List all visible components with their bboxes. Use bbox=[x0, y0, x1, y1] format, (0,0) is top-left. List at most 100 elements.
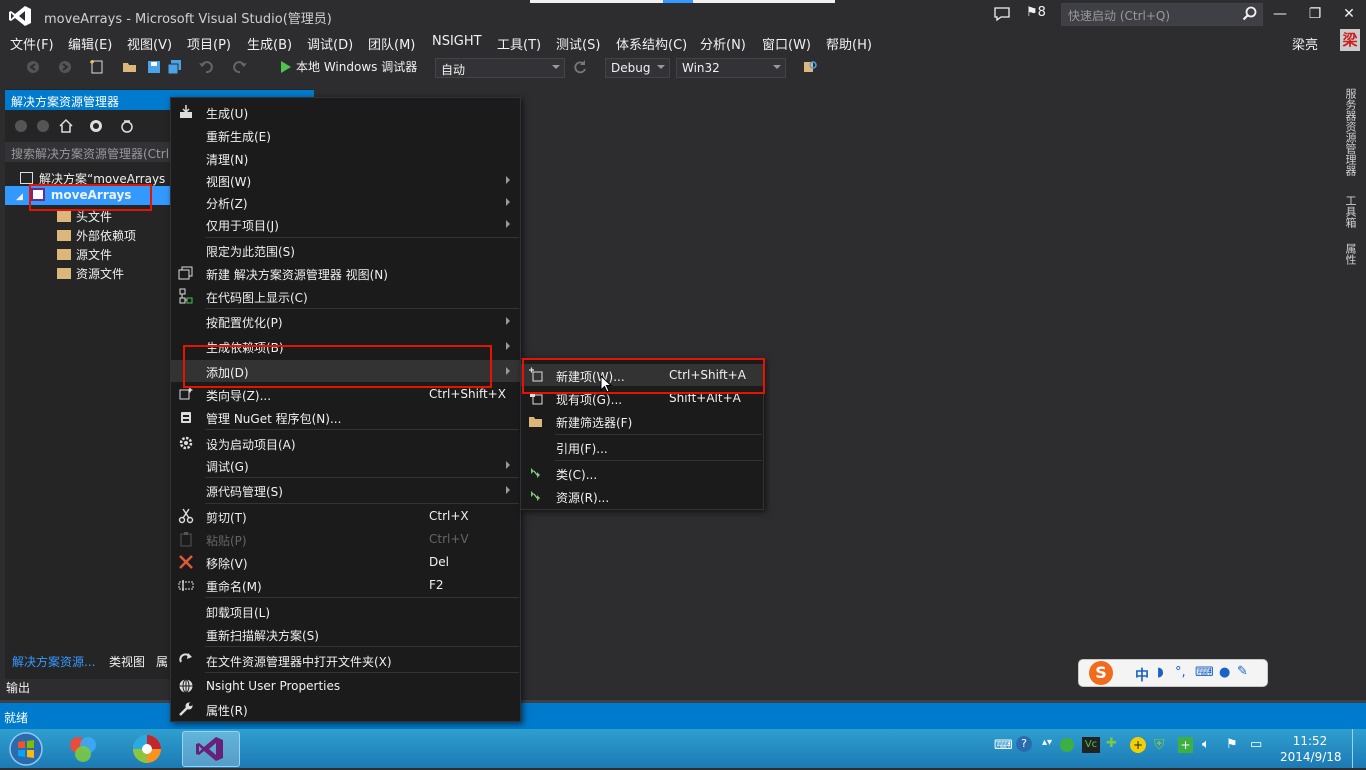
sync-icon[interactable] bbox=[88, 118, 104, 134]
close-button[interactable]: ✕ bbox=[1334, 2, 1364, 26]
menu-item-rename[interactable]: 重命名(M) F2 bbox=[171, 574, 520, 596]
ime-keyboard-icon[interactable]: ⌨ bbox=[1195, 665, 1214, 680]
tab-properties[interactable]: 属 bbox=[156, 653, 168, 670]
ime-mode-label[interactable]: 中 bbox=[1135, 665, 1149, 685]
menu-item-manage-nuget[interactable]: 管理 NuGet 程序包(N)... bbox=[171, 406, 520, 428]
keyboard-tray-icon[interactable]: ⌨ bbox=[994, 738, 1013, 753]
ime-punctuation-icon[interactable]: °, bbox=[1175, 665, 1186, 680]
back-icon[interactable] bbox=[13, 118, 29, 134]
menu-item-view[interactable]: 视图(W) bbox=[171, 169, 520, 191]
menu-item-source-control[interactable]: 源代码管理(S) bbox=[171, 479, 520, 501]
menu-item-profile-guided[interactable]: 按配置优化(P) bbox=[171, 310, 520, 332]
menu-nsight[interactable]: NSIGHT bbox=[432, 34, 482, 49]
ime-toolbar[interactable]: S 中 ◗ °, ⌨ ● ✎ bbox=[1078, 659, 1268, 687]
ime-halfwidth-icon[interactable]: ◗ bbox=[1157, 665, 1164, 680]
undo-icon[interactable] bbox=[198, 59, 214, 75]
pending-changes-icon[interactable] bbox=[120, 118, 136, 134]
submenu-item-class[interactable]: 类(C)... bbox=[521, 462, 763, 484]
menu-window[interactable]: 窗口(W) bbox=[762, 34, 811, 53]
configuration-select[interactable]: Debug bbox=[605, 58, 670, 78]
start-debugger-button[interactable]: 本地 Windows 调试器 bbox=[296, 58, 417, 75]
menu-architecture[interactable]: 体系结构(C) bbox=[616, 34, 687, 53]
windows-start-icon[interactable] bbox=[6, 731, 46, 767]
submenu-item-resource[interactable]: 资源(R)... bbox=[521, 485, 763, 507]
menu-edit[interactable]: 编辑(E) bbox=[68, 34, 112, 53]
tree-item-external-deps[interactable]: 外部依赖项 bbox=[57, 227, 136, 244]
security-tray-icon[interactable]: + bbox=[1178, 737, 1193, 753]
submenu-item-reference[interactable]: 引用(F)... bbox=[521, 436, 763, 458]
tray-expand-icon[interactable]: ▴▾ bbox=[1042, 737, 1052, 748]
forward-icon[interactable] bbox=[57, 59, 73, 75]
tree-item-headers[interactable]: 头文件 bbox=[57, 208, 112, 225]
solution-config-mode-select[interactable]: 自动 bbox=[435, 58, 565, 78]
taskbar-app-visual-studio[interactable] bbox=[182, 731, 240, 767]
menu-item-analyze[interactable]: 分析(Z) bbox=[171, 191, 520, 213]
menu-item-properties[interactable]: 属性(R) bbox=[171, 698, 520, 720]
clock[interactable]: 11:52 2014/9/18 bbox=[1280, 733, 1342, 765]
quick-launch-input[interactable]: 快速启动 (Ctrl+Q) bbox=[1061, 3, 1263, 26]
menu-item-project-only[interactable]: 仅用于项目(J) bbox=[171, 213, 520, 235]
menu-item-cut[interactable]: 剪切(T) Ctrl+X bbox=[171, 505, 520, 527]
tab-class-view[interactable]: 类视图 bbox=[109, 653, 145, 670]
plus-tray-icon[interactable]: + bbox=[1130, 737, 1146, 753]
minimize-button[interactable]: — bbox=[1265, 2, 1295, 26]
menu-team[interactable]: 团队(M) bbox=[368, 34, 415, 53]
menu-item-scope-to-this[interactable]: 限定为此范围(S) bbox=[171, 239, 520, 261]
redo-icon[interactable] bbox=[232, 59, 248, 75]
puzzle-tray-icon[interactable]: ✚ bbox=[1106, 736, 1117, 751]
user-name[interactable]: 梁亮 bbox=[1292, 34, 1318, 53]
tree-item-sources[interactable]: 源文件 bbox=[57, 246, 112, 263]
platform-select[interactable]: Win32 bbox=[676, 58, 786, 78]
menu-item-set-startup[interactable]: 设为启动项目(A) bbox=[171, 432, 520, 454]
notifications-flag[interactable]: ⚑8 bbox=[1026, 5, 1046, 20]
save-icon[interactable] bbox=[146, 59, 162, 75]
restore-button[interactable]: ❐ bbox=[1300, 2, 1330, 26]
menu-build[interactable]: 生成(B) bbox=[247, 34, 292, 53]
menu-file[interactable]: 文件(F) bbox=[10, 34, 54, 53]
tab-properties-right[interactable]: 属性 bbox=[1342, 243, 1358, 265]
menu-item-clean[interactable]: 清理(N) bbox=[171, 147, 520, 169]
vc-tray-icon[interactable]: Vc bbox=[1082, 737, 1100, 753]
green-ball-tray-icon[interactable] bbox=[1060, 738, 1074, 752]
volume-tray-icon[interactable]: 🔈︎ bbox=[1202, 737, 1210, 752]
menu-item-paste[interactable]: 粘贴(P) Ctrl+V bbox=[171, 528, 520, 550]
menu-test[interactable]: 测试(S) bbox=[556, 34, 600, 53]
menu-item-rebuild[interactable]: 重新生成(E) bbox=[171, 124, 520, 146]
menu-item-remove[interactable]: 移除(V) Del bbox=[171, 551, 520, 573]
avatar[interactable]: 梁 bbox=[1340, 29, 1360, 51]
show-desktop-button[interactable] bbox=[1352, 729, 1366, 768]
back-icon[interactable] bbox=[25, 59, 41, 75]
feedback-icon[interactable] bbox=[993, 6, 1011, 22]
taskbar-app-2[interactable] bbox=[118, 731, 176, 767]
menu-item-debug[interactable]: 调试(G) bbox=[171, 454, 520, 476]
start-debug-icon[interactable] bbox=[278, 59, 294, 75]
menu-item-show-on-code-map[interactable]: 在代码图上显示(C) bbox=[171, 285, 520, 307]
menu-analyze[interactable]: 分析(N) bbox=[700, 34, 746, 53]
search-icon[interactable] bbox=[1242, 6, 1258, 22]
new-project-icon[interactable] bbox=[89, 59, 105, 75]
menu-item-unload-project[interactable]: 卸载项目(L) bbox=[171, 600, 520, 622]
menu-debug[interactable]: 调试(D) bbox=[307, 34, 353, 53]
ime-user-icon[interactable]: ● bbox=[1219, 665, 1230, 680]
ime-settings-wrench-icon[interactable]: ✎ bbox=[1237, 664, 1248, 679]
shield-tray-icon[interactable]: ⛨ bbox=[1154, 737, 1165, 753]
tab-solution-explorer[interactable]: 解决方案资源... bbox=[12, 653, 95, 670]
refresh-icon[interactable] bbox=[572, 59, 588, 75]
menu-item-build[interactable]: 生成(U) bbox=[171, 101, 520, 123]
menu-item-open-in-explorer[interactable]: 在文件资源管理器中打开文件夹(X) bbox=[171, 649, 520, 671]
forward-icon[interactable] bbox=[35, 118, 51, 134]
solution-explorer-search-input[interactable]: 搜索解决方案资源管理器(Ctrl bbox=[5, 142, 170, 162]
menu-tools[interactable]: 工具(T) bbox=[497, 34, 541, 53]
help-tray-icon[interactable]: ? bbox=[1016, 736, 1032, 752]
menu-help[interactable]: 帮助(H) bbox=[826, 34, 872, 53]
save-all-icon[interactable] bbox=[167, 59, 183, 75]
menu-item-rescan-solution[interactable]: 重新扫描解决方案(S) bbox=[171, 623, 520, 645]
network-tray-icon[interactable]: ▭ bbox=[1250, 737, 1262, 752]
tab-toolbox[interactable]: 工具箱 bbox=[1342, 195, 1358, 228]
output-tab[interactable]: 输出 bbox=[6, 679, 30, 696]
menu-project[interactable]: 项目(P) bbox=[187, 34, 231, 53]
menu-item-nsight-properties[interactable]: Nsight User Properties bbox=[171, 675, 520, 697]
menu-view[interactable]: 视图(V) bbox=[127, 34, 172, 53]
home-icon[interactable] bbox=[58, 118, 74, 134]
tab-server-explorer[interactable]: 服务器资源管理器 bbox=[1342, 88, 1358, 176]
